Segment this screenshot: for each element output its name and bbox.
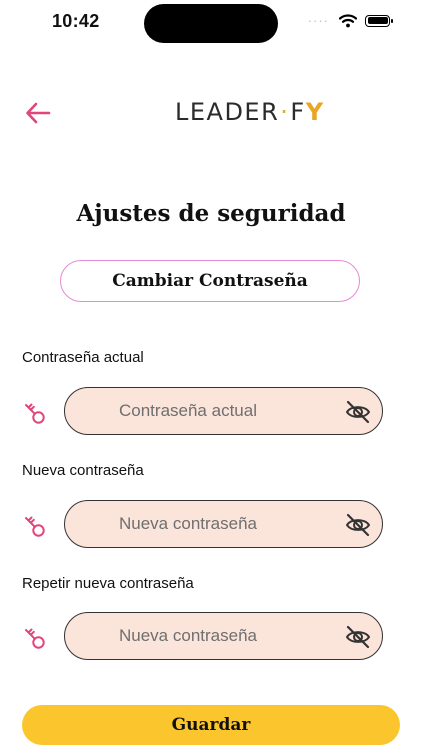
app-logo: LEADER · F Y <box>175 98 325 126</box>
repeat-password-input[interactable] <box>65 613 335 659</box>
wifi-icon <box>339 13 357 27</box>
current-password-field-wrapper <box>64 387 383 435</box>
signal-dots-icon: ···· <box>307 13 329 28</box>
eye-slash-icon[interactable] <box>344 623 372 651</box>
logo-text: LEADER <box>175 98 280 126</box>
eye-slash-icon[interactable] <box>344 398 372 426</box>
status-bar: 10:42 ···· <box>0 0 422 50</box>
save-button[interactable]: Guardar <box>22 705 400 745</box>
repeat-password-field-wrapper <box>64 612 383 660</box>
new-password-label: Nueva contraseña <box>22 462 144 479</box>
repeat-password-label: Repetir nueva contraseña <box>22 575 194 592</box>
logo-dot: · <box>280 98 290 126</box>
dynamic-island <box>144 4 278 43</box>
tab-change-password[interactable]: Cambiar Contraseña <box>60 260 360 302</box>
status-icons: ···· <box>307 13 393 28</box>
eye-slash-icon[interactable] <box>344 511 372 539</box>
new-password-input[interactable] <box>65 501 335 547</box>
key-icon <box>25 628 45 649</box>
logo-y: Y <box>305 98 325 126</box>
new-password-field-wrapper <box>64 500 383 548</box>
page-title: Ajustes de seguridad <box>76 200 346 227</box>
current-password-input[interactable] <box>65 388 335 434</box>
key-icon <box>25 403 45 424</box>
back-button[interactable] <box>22 98 54 128</box>
arrow-left-icon <box>26 102 51 124</box>
logo-text-f: F <box>290 98 306 126</box>
current-password-label: Contraseña actual <box>22 349 144 366</box>
key-icon <box>25 516 45 537</box>
battery-icon <box>365 14 393 27</box>
status-time: 10:42 <box>52 11 100 31</box>
